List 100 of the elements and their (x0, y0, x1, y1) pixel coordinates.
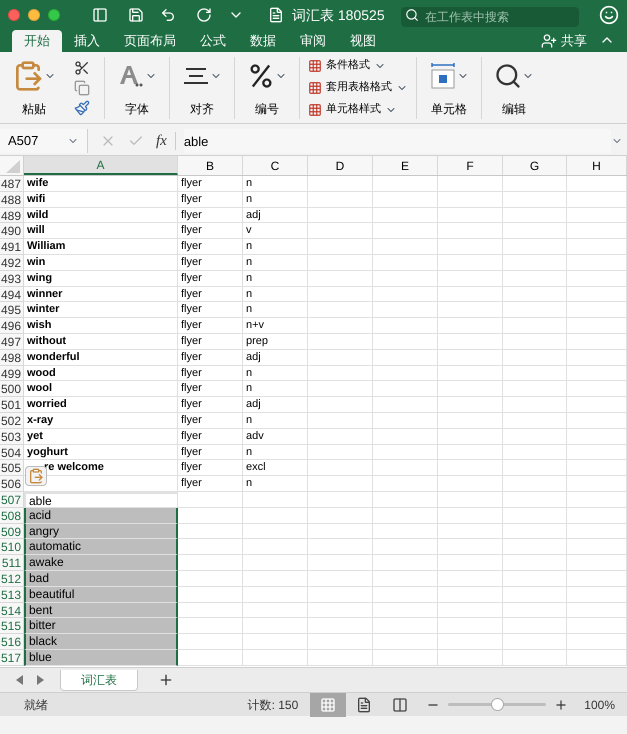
count-text: 计数: 150 (248, 696, 298, 714)
row-number[interactable]: 503 (0, 428, 24, 445)
row-number[interactable]: 488 (0, 192, 24, 208)
previous-sheet-icon[interactable] (16, 675, 24, 685)
row-number[interactable]: 497 (0, 334, 24, 350)
undo-icon[interactable] (160, 7, 176, 23)
row-number[interactable]: 499 (0, 366, 24, 382)
styles-menu-button[interactable]: 条件格式 (308, 56, 408, 75)
table-cell: n (243, 412, 308, 429)
table-cell (308, 492, 373, 508)
row-number[interactable]: 493 (0, 270, 24, 287)
edit-button[interactable]: 编辑 (486, 58, 542, 118)
table-cell (373, 366, 438, 382)
share-button[interactable]: 共享 (541, 30, 587, 52)
row-number[interactable]: 487 (0, 176, 24, 192)
search-field[interactable]: 在工作表中搜索 (401, 7, 579, 27)
row-number[interactable]: 517 (0, 650, 24, 666)
row-number[interactable]: 500 (0, 381, 24, 398)
row-number[interactable]: 489 (0, 208, 24, 224)
zoom-in-icon[interactable] (554, 698, 568, 712)
column-header[interactable]: C (243, 156, 308, 175)
row-number[interactable]: 498 (0, 350, 24, 366)
styles-menu-button[interactable]: 单元格样式 (308, 100, 408, 119)
table-cell (308, 634, 373, 650)
number-button[interactable]: 编号 (239, 58, 295, 118)
row-number[interactable]: 513 (0, 586, 24, 603)
column-header[interactable]: H (567, 156, 627, 175)
table-cell (567, 602, 627, 618)
zoom-slider[interactable] (448, 698, 546, 712)
redo-icon[interactable] (196, 7, 212, 23)
maximize-button[interactable] (48, 9, 60, 21)
table-cell (243, 634, 308, 650)
function-button[interactable]: fx (156, 130, 167, 152)
table-cell (308, 192, 373, 208)
table-cell: acid (24, 508, 178, 524)
table-cell: flyer (178, 208, 243, 224)
row-number[interactable]: 508 (0, 508, 24, 524)
row-number[interactable]: 506 (0, 476, 24, 492)
table-cell (503, 334, 567, 350)
ribbon-tab[interactable]: 数据 (238, 30, 288, 52)
sheet-tab[interactable]: 词汇表 (60, 670, 138, 690)
font-button[interactable]: 字体 (109, 58, 165, 118)
table-cell (308, 208, 373, 224)
cells-button[interactable]: 单元格 (421, 58, 477, 118)
row-number[interactable]: 492 (0, 254, 24, 271)
row-number[interactable]: 502 (0, 412, 24, 429)
save-icon[interactable] (128, 7, 144, 23)
row-number[interactable]: 501 (0, 397, 24, 413)
name-box[interactable]: A507 (0, 129, 88, 153)
ribbon-tab[interactable]: 公式 (188, 30, 238, 52)
minimize-button[interactable] (28, 9, 40, 21)
table-cell: n (243, 302, 308, 318)
sidebar-icon[interactable] (92, 7, 108, 23)
align-button[interactable]: 对齐 (174, 58, 230, 118)
row-number[interactable]: 515 (0, 618, 24, 634)
ribbon-tab[interactable]: 视图 (338, 30, 388, 52)
column-header[interactable]: E (373, 156, 438, 175)
table-cell: flyer (178, 381, 243, 398)
row-number[interactable]: 510 (0, 539, 24, 556)
table-cell (373, 634, 438, 650)
table-cell (567, 444, 627, 460)
table-style-icon (308, 58, 322, 72)
styles-menu-button[interactable]: 套用表格格式 (308, 78, 408, 97)
column-header[interactable]: G (503, 156, 567, 175)
row-number[interactable]: 514 (0, 602, 24, 618)
table-cell (178, 602, 243, 618)
table-cell: wifi (24, 192, 178, 208)
row-number[interactable]: 509 (0, 524, 24, 540)
ribbon-tab[interactable]: 开始 (12, 30, 62, 52)
table-cell (567, 397, 627, 413)
ribbon-tab[interactable]: 页面布局 (112, 30, 188, 52)
format-painter-icon[interactable] (74, 100, 90, 116)
paste-button[interactable]: 粘贴 (4, 58, 64, 118)
formula-field[interactable]: able (184, 129, 611, 153)
row-number[interactable]: 516 (0, 634, 24, 650)
row-number[interactable]: 495 (0, 302, 24, 318)
table-cell: adj (243, 350, 308, 366)
row-number[interactable]: 507 (0, 492, 24, 508)
row-number[interactable]: 490 (0, 223, 24, 240)
column-header[interactable]: A (24, 156, 178, 175)
row-number[interactable]: 512 (0, 570, 24, 587)
add-sheet-icon[interactable] (158, 672, 174, 688)
column-header[interactable]: D (308, 156, 373, 175)
smiley-icon[interactable] (599, 5, 619, 25)
row-number[interactable]: 494 (0, 286, 24, 302)
next-sheet-icon[interactable] (36, 675, 44, 685)
column-header[interactable]: B (178, 156, 243, 175)
column-header[interactable]: F (438, 156, 503, 175)
row-number[interactable]: 496 (0, 318, 24, 334)
row-number[interactable]: 511 (0, 555, 24, 571)
row-number[interactable]: 504 (0, 444, 24, 460)
zoom-slider-thumb[interactable] (491, 698, 504, 711)
cut-icon[interactable] (74, 60, 90, 76)
row-number[interactable]: 505 (0, 460, 24, 476)
row-number[interactable]: 491 (0, 239, 24, 255)
ribbon-tab[interactable]: 审阅 (288, 30, 338, 52)
table-cell (567, 350, 627, 366)
table-cell (438, 586, 503, 603)
ribbon-tab[interactable]: 插入 (62, 30, 112, 52)
table-cell (308, 460, 373, 476)
